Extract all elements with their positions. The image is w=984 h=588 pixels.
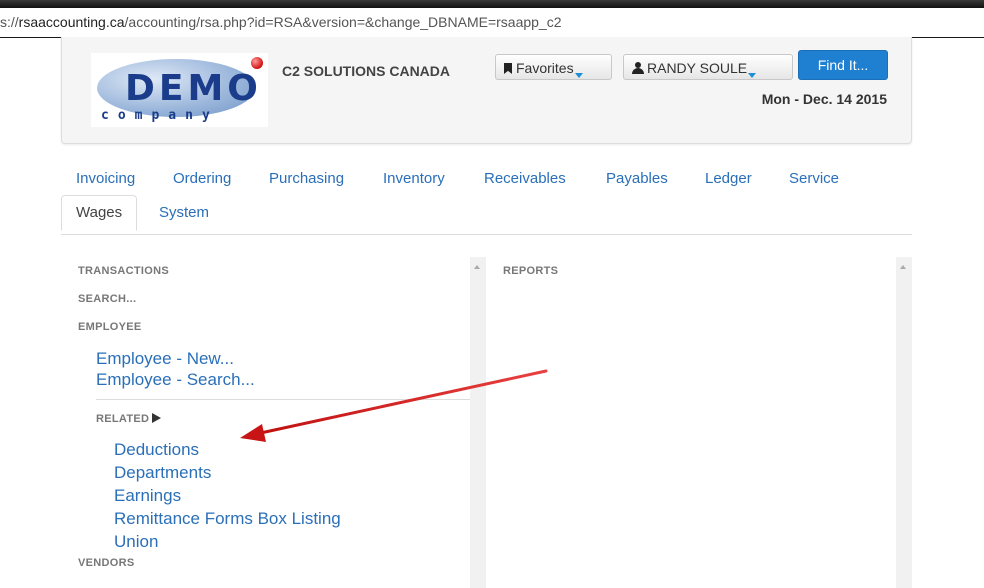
related-label: RELATED <box>96 413 150 425</box>
related-toggle[interactable]: RELATED <box>96 413 162 425</box>
user-icon <box>632 62 644 74</box>
employee-new-link[interactable]: Employee - New... <box>96 349 234 369</box>
user-menu-button[interactable]: RANDY SOULE <box>623 54 793 80</box>
favorites-label: Favorites <box>516 60 574 76</box>
current-date: Mon - Dec. 14 2015 <box>761 91 887 107</box>
favorites-button[interactable]: Favorites <box>495 54 612 80</box>
logo-subtitle: company <box>101 108 219 123</box>
address-bar[interactable]: s://rsaaccounting.ca/accounting/rsa.php?… <box>0 8 984 38</box>
bookmark-icon <box>504 63 512 74</box>
divider <box>96 399 471 400</box>
tab-inventory[interactable]: Inventory <box>383 170 445 187</box>
transactions-panel: TRANSACTIONS SEARCH... EMPLOYEE Employee… <box>61 257 471 588</box>
search-link[interactable]: SEARCH... <box>78 293 136 305</box>
tab-system[interactable]: System <box>159 204 209 221</box>
deductions-link[interactable]: Deductions <box>114 440 199 460</box>
reports-panel: REPORTS <box>485 257 912 588</box>
employee-search-link[interactable]: Employee - Search... <box>96 370 255 390</box>
find-it-button[interactable]: Find It... <box>798 50 888 80</box>
tab-wages[interactable]: Wages <box>61 195 138 231</box>
tab-service[interactable]: Service <box>789 170 839 187</box>
caret-down-icon <box>574 73 583 78</box>
tab-receivables[interactable]: Receivables <box>484 170 566 187</box>
transactions-header: TRANSACTIONS <box>78 265 169 277</box>
browser-top-bar <box>0 0 984 8</box>
module-tabs: Invoicing Ordering Purchasing Inventory … <box>61 158 912 235</box>
tab-invoicing[interactable]: Invoicing <box>76 170 135 187</box>
tab-ordering[interactable]: Ordering <box>173 170 231 187</box>
user-label: RANDY SOULE <box>647 60 748 76</box>
union-link[interactable]: Union <box>114 532 158 552</box>
left-panel-scrollbar[interactable] <box>470 257 486 588</box>
url-path: /accounting/rsa.php?id=RSA&version=&chan… <box>124 14 562 30</box>
employee-header[interactable]: EMPLOYEE <box>78 321 142 333</box>
url-host: rsaaccounting.ca <box>18 14 125 30</box>
scroll-up-icon <box>900 265 906 269</box>
app-header: DEMO company C2 SOLUTIONS CANADA Favorit… <box>61 37 912 144</box>
tab-ledger[interactable]: Ledger <box>705 170 752 187</box>
departments-link[interactable]: Departments <box>114 463 211 483</box>
vendors-header[interactable]: VENDORS <box>78 557 135 569</box>
tab-payables[interactable]: Payables <box>606 170 668 187</box>
company-logo[interactable]: DEMO company <box>91 53 268 127</box>
remittance-forms-box-listing-link[interactable]: Remittance Forms Box Listing <box>114 509 341 529</box>
triangle-right-icon <box>152 413 162 423</box>
company-name: C2 SOLUTIONS CANADA <box>282 63 451 79</box>
logo-red-ball-icon <box>251 57 263 69</box>
reports-header: REPORTS <box>503 265 559 277</box>
caret-down-icon <box>748 73 757 78</box>
scroll-up-icon <box>474 265 480 269</box>
url-prefix: s:// <box>0 14 19 30</box>
right-panel-scrollbar[interactable] <box>896 257 912 588</box>
earnings-link[interactable]: Earnings <box>114 486 181 506</box>
logo-title: DEMO <box>125 68 262 109</box>
tab-purchasing[interactable]: Purchasing <box>269 170 344 187</box>
